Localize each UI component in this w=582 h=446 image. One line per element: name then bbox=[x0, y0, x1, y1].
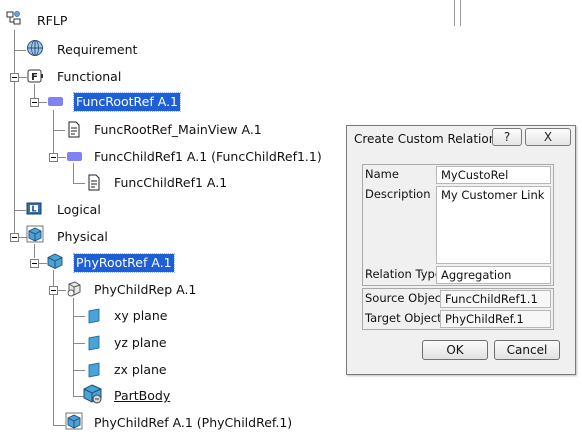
tree-label-partbody: PartBody bbox=[114, 388, 171, 403]
plane-icon bbox=[88, 308, 100, 324]
tree-label-funcchildref1: FuncChildRef1 A.1 (FuncChildRef1.1) bbox=[94, 149, 322, 164]
tree-label-functional: Functional bbox=[57, 69, 122, 84]
tree-label-yz-plane: yz plane bbox=[114, 335, 167, 350]
ok-button[interactable]: OK bbox=[422, 340, 488, 360]
document-view-icon bbox=[68, 121, 80, 138]
tree-label-requirement: Requirement bbox=[57, 42, 138, 57]
dialog-title: Create Custom Relation bbox=[354, 132, 497, 146]
collapse-toggle-phyrootref[interactable] bbox=[30, 259, 39, 268]
source-object-label: Source Object bbox=[365, 291, 446, 305]
document-view-icon bbox=[88, 174, 100, 191]
func-reference-icon bbox=[48, 97, 63, 106]
functional-F-icon: F bbox=[27, 69, 43, 83]
collapse-toggle-functional[interactable] bbox=[10, 73, 19, 82]
tree-label-phychildref: PhyChildRef A.1 (PhyChildRef.1) bbox=[94, 415, 293, 430]
tree-label-xy-plane: xy plane bbox=[114, 308, 168, 323]
tree-label-logical: Logical bbox=[57, 202, 101, 217]
tree-label-phychildrep: PhyChildRep A.1 bbox=[94, 282, 197, 297]
relation-type-label: Relation Type bbox=[365, 267, 442, 281]
target-object-field: PhyChildRef.1 bbox=[440, 310, 551, 328]
requirement-globe-icon bbox=[27, 40, 43, 56]
func-reference-icon bbox=[67, 152, 82, 161]
tree-label-phyrootref: PhyRootRef A.1 bbox=[73, 253, 175, 273]
product-cube-icon bbox=[47, 253, 63, 270]
panel-splitter[interactable] bbox=[454, 0, 455, 26]
collapse-toggle-funcchildref1[interactable] bbox=[49, 153, 58, 162]
tree-label-funcchildref1-view: FuncChildRef1 A.1 bbox=[114, 175, 228, 190]
physical-cube-icon bbox=[26, 225, 44, 243]
svg-text:L: L bbox=[31, 205, 36, 214]
create-custom-relation-dialog: Create Custom Relation ? X Name MyCustoR… bbox=[346, 125, 576, 375]
collapse-toggle-physical[interactable] bbox=[10, 233, 19, 242]
tree-label-zx-plane: zx plane bbox=[114, 362, 167, 377]
logical-L-icon: L bbox=[26, 202, 42, 215]
target-object-label: Target Object bbox=[365, 311, 442, 325]
collapse-toggle-phychildrep[interactable] bbox=[49, 286, 58, 295]
name-label: Name bbox=[365, 167, 399, 181]
product-cube-icon bbox=[65, 412, 83, 430]
help-button[interactable]: ? bbox=[492, 128, 522, 146]
description-label: Description bbox=[365, 187, 431, 201]
tree-label-physical: Physical bbox=[57, 229, 108, 244]
relation-type-field[interactable]: Aggregation bbox=[436, 266, 551, 284]
description-field[interactable]: My Customer Link bbox=[436, 186, 551, 264]
source-object-field: FuncChildRef1.1 bbox=[440, 290, 551, 308]
panel-splitter[interactable] bbox=[460, 0, 461, 26]
plane-icon bbox=[88, 335, 100, 351]
plane-icon bbox=[88, 362, 100, 378]
tree-label-funcrootref-mainview: FuncRootRef_MainView A.1 bbox=[94, 122, 262, 137]
tree-label-rflp: RFLP bbox=[37, 13, 68, 28]
tree-label-funcrootref: FuncRootRef A.1 bbox=[73, 92, 181, 112]
close-button[interactable]: X bbox=[525, 128, 571, 146]
svg-text:F: F bbox=[31, 72, 38, 83]
name-field[interactable]: MyCustoRel bbox=[436, 166, 551, 184]
cancel-button[interactable]: Cancel bbox=[494, 340, 560, 360]
rflp-tree-icon bbox=[6, 11, 21, 25]
close-icon: X bbox=[543, 130, 553, 144]
part-body-icon bbox=[83, 384, 102, 404]
collapse-toggle-funcrootref[interactable] bbox=[30, 98, 39, 107]
part-representation-icon bbox=[67, 281, 81, 297]
